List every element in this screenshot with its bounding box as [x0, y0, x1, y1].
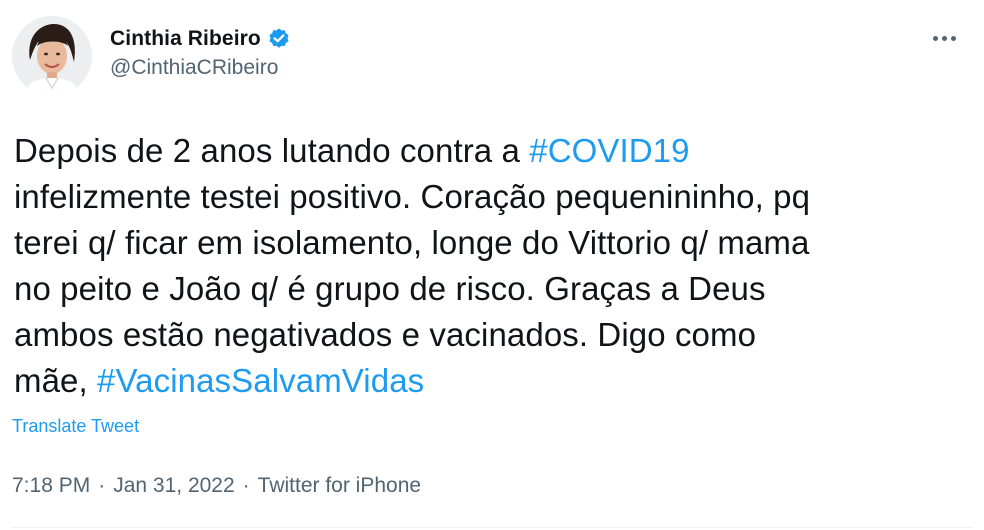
tweet-line-3: terei q/ ficar em isolamento, longe do V…	[14, 224, 810, 261]
tweet-line-4: no peito e João q/ é grupo de risco. Gra…	[14, 270, 766, 307]
author-display-name[interactable]: Cinthia Ribeiro	[110, 27, 261, 51]
tweet-source-link[interactable]: Twitter for iPhone	[258, 474, 421, 498]
meta-separator: ·	[98, 474, 106, 497]
more-options-icon	[931, 35, 958, 41]
hashtag-covid19-link[interactable]: #COVID19	[529, 132, 689, 169]
meta-separator: ·	[242, 474, 250, 497]
author-handle[interactable]: @CinthiaCRibeiro	[110, 56, 291, 80]
author-name-row: Cinthia Ribeiro	[110, 24, 291, 54]
tweet-line-1: Depois de 2 anos lutando contra a #COVID…	[14, 128, 974, 174]
tweet-card: Cinthia Ribeiro @CinthiaCRibeiro Depois …	[0, 0, 984, 530]
tweet-line-6: mãe, #VacinasSalvamVidas	[14, 358, 974, 404]
tweet-metadata: 7:18 PM · Jan 31, 2022 · Twitter for iPh…	[12, 474, 421, 498]
tweet-text-segment: Depois de 2 anos lutando contra a	[14, 132, 530, 169]
more-options-button[interactable]	[926, 24, 962, 52]
verified-badge-icon	[267, 27, 291, 51]
tweet-text: Depois de 2 anos lutando contra a #COVID…	[14, 128, 974, 404]
hashtag-vacinassalvamvidas-link[interactable]: #VacinasSalvamVidas	[97, 362, 424, 399]
avatar[interactable]	[12, 16, 92, 96]
translate-tweet-link[interactable]: Translate Tweet	[12, 416, 139, 437]
tweet-text-segment: mãe,	[14, 362, 98, 399]
divider	[12, 527, 972, 528]
author-block: Cinthia Ribeiro @CinthiaCRibeiro	[110, 24, 291, 80]
tweet-time[interactable]: 7:18 PM	[12, 474, 90, 498]
tweet-date[interactable]: Jan 31, 2022	[113, 474, 234, 498]
tweet-line-2: infelizmente testei positivo. Coração pe…	[14, 178, 811, 215]
tweet-line-5: ambos estão negativados e vacinados. Dig…	[14, 316, 757, 353]
profile-photo-icon	[12, 16, 92, 96]
